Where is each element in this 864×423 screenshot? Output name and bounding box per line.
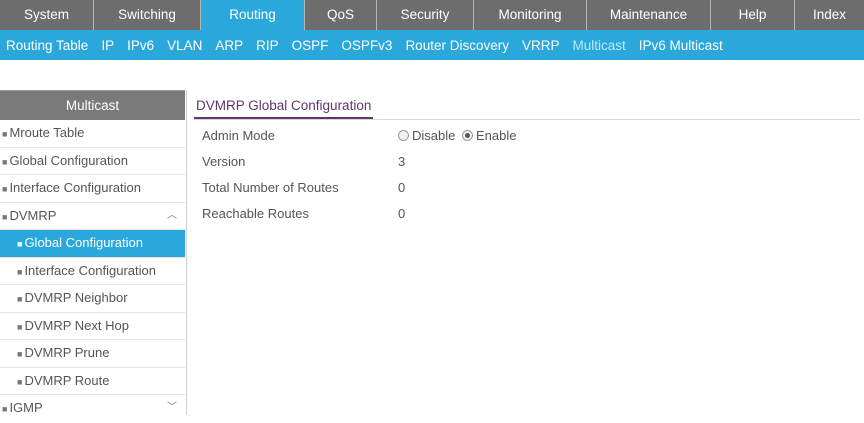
bullet-icon: ■ (17, 376, 23, 387)
subnav-ospfv3[interactable]: OSPFv3 (341, 38, 392, 53)
sidebar-item-label: DVMRP (9, 207, 57, 223)
admin-mode-enable-label: Enable (475, 128, 517, 143)
sidebar-header: Multicast (0, 90, 185, 120)
tab-qos[interactable]: QoS (305, 0, 377, 30)
subnav-ipv6-multicast[interactable]: IPv6 Multicast (639, 38, 723, 53)
sidebar-item-label: Global Configuration (9, 152, 128, 168)
admin-mode-options: Disable Enable (398, 126, 516, 146)
sidebar-item-dvmrp-global-configuration[interactable]: ■ Global Configuration (0, 230, 185, 258)
tab-switching[interactable]: Switching (94, 0, 201, 30)
sidebar-item-label: Mroute Table (9, 125, 85, 140)
subnav-ip[interactable]: IP (101, 38, 114, 53)
bullet-icon: ■ (17, 349, 23, 359)
tab-index[interactable]: Index (795, 0, 864, 30)
bullet-icon: ■ (2, 129, 8, 139)
chevron-up-icon[interactable]: ︿ (167, 203, 177, 230)
total-routes-value: 0 (398, 180, 406, 195)
bullet-icon: ■ (2, 156, 8, 167)
sidebar-item-label: DVMRP Route (24, 372, 110, 388)
bullet-icon: ■ (17, 294, 23, 304)
sidebar: Multicast ■ Mroute Table ■ Global Configur… (0, 90, 185, 415)
tab-system[interactable]: System (0, 0, 94, 30)
chevron-down-icon[interactable]: ﹀ (167, 395, 177, 422)
subnav-multicast[interactable]: Multicast (572, 38, 625, 53)
sidebar-item-label: IGMP (9, 400, 43, 415)
bullet-icon: ■ (2, 404, 8, 414)
admin-mode-disable-radio[interactable] (398, 130, 409, 141)
subnav-rip[interactable]: RIP (256, 38, 279, 53)
sub-nav: Routing Table IP IPv6 VLAN ARP RIP OSPF … (0, 30, 864, 60)
subnav-vrrp[interactable]: VRRP (522, 38, 560, 53)
admin-mode-enable-radio[interactable] (461, 130, 473, 141)
reachable-routes-value: 0 (398, 206, 406, 221)
subnav-ipv6[interactable]: IPv6 (127, 38, 154, 53)
tab-security[interactable]: Security (377, 0, 474, 30)
sidebar-item-global-configuration[interactable]: ■ Global Configuration (0, 148, 185, 175)
tab-help[interactable]: Help (711, 0, 795, 30)
bullet-icon: ■ (17, 266, 23, 277)
subnav-ospf[interactable]: OSPF (292, 38, 329, 53)
total-routes-label: Total Number of Routes (202, 180, 339, 195)
subnav-routing-table[interactable]: Routing Table (6, 38, 88, 53)
sidebar-item-dvmrp[interactable]: ■ DVMRP ︿ (0, 203, 185, 230)
sidebar-item-label: Interface Configuration (24, 262, 156, 278)
sidebar-item-label: DVMRP Next Hop (24, 317, 129, 333)
version-value: 3 (398, 154, 406, 169)
bullet-icon: ■ (2, 184, 8, 194)
sidebar-item-dvmrp-next-hop[interactable]: ■ DVMRP Next Hop (0, 313, 185, 340)
sidebar-item-label: DVMRP Prune (24, 345, 110, 360)
main-panel: DVMRP Global Configuration Admin Mode Di… (186, 90, 864, 415)
top-nav: System Switching Routing QoS Security Mo… (0, 0, 864, 30)
tab-maintenance[interactable]: Maintenance (587, 0, 711, 30)
admin-mode-disable-label: Disable (412, 128, 456, 143)
sidebar-item-igmp[interactable]: ■ IGMP ﹀ (0, 395, 185, 422)
subnav-vlan[interactable]: VLAN (167, 38, 202, 53)
subnav-router-discovery[interactable]: Router Discovery (405, 38, 509, 53)
sidebar-item-dvmrp-neighbor[interactable]: ■ DVMRP Neighbor (0, 285, 185, 313)
sidebar-item-dvmrp-prune[interactable]: ■ DVMRP Prune (0, 340, 185, 368)
sidebar-item-dvmrp-interface-configuration[interactable]: ■ Interface Configuration (0, 258, 185, 285)
tab-routing[interactable]: Routing (201, 0, 305, 30)
admin-mode-label: Admin Mode (202, 128, 275, 143)
sidebar-item-label: Interface Configuration (9, 180, 141, 195)
bullet-icon: ■ (17, 321, 23, 332)
bullet-icon: ■ (17, 239, 23, 249)
sidebar-item-interface-configuration[interactable]: ■ Interface Configuration (0, 175, 185, 203)
sidebar-item-dvmrp-route[interactable]: ■ DVMRP Route (0, 368, 185, 395)
sidebar-item-label: DVMRP Neighbor (24, 290, 128, 305)
sidebar-item-label: Global Configuration (24, 235, 143, 250)
divider (194, 119, 860, 120)
spacer-band (0, 60, 864, 90)
version-label: Version (202, 154, 246, 169)
reachable-routes-label: Reachable Routes (202, 206, 309, 221)
subnav-arp[interactable]: ARP (215, 38, 243, 53)
sidebar-item-mroute-table[interactable]: ■ Mroute Table (0, 120, 185, 148)
tab-monitoring[interactable]: Monitoring (474, 0, 587, 30)
bullet-icon: ■ (2, 211, 8, 222)
section-title: DVMRP Global Configuration (194, 98, 374, 119)
